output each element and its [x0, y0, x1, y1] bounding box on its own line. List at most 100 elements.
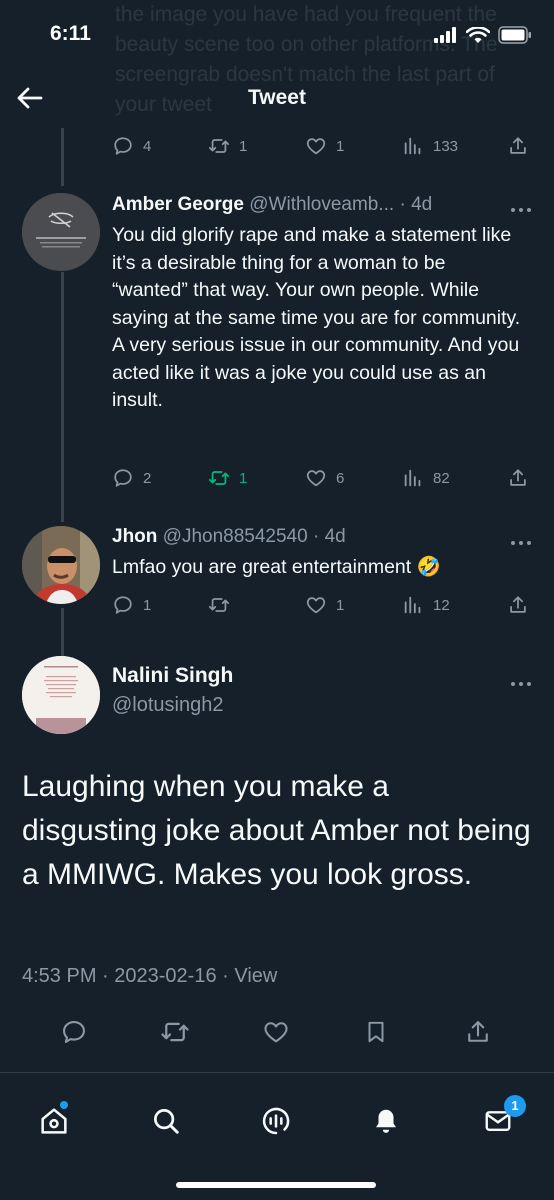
display-name[interactable]: Amber George: [112, 194, 244, 215]
like-count: 6: [336, 469, 345, 487]
spaces-icon: [262, 1107, 290, 1135]
retweet-button[interactable]: [208, 590, 239, 620]
more-options-icon[interactable]: [510, 674, 532, 686]
reply-count: 1: [143, 596, 152, 614]
heart-icon: [264, 1022, 288, 1043]
avatar[interactable]: [22, 526, 100, 604]
share-button[interactable]: [462, 1012, 494, 1052]
like-button[interactable]: 1: [305, 131, 344, 161]
tab-spaces[interactable]: [256, 1101, 296, 1141]
tweet-header: Nalini Singh: [112, 664, 233, 688]
messages-badge: 1: [504, 1095, 526, 1117]
main-tweet-actions: [0, 1012, 554, 1052]
reply-button[interactable]: 1: [112, 590, 151, 620]
main-tweet: Nalini Singh @lotusingh2: [0, 654, 554, 744]
views-icon: [404, 469, 421, 487]
retweet-button[interactable]: 1: [208, 463, 247, 493]
like-button[interactable]: 1: [305, 590, 344, 620]
display-name[interactable]: Nalini Singh: [112, 664, 233, 687]
retweet-icon: [208, 598, 230, 612]
reply-icon: [114, 137, 132, 155]
reply-count: 4: [143, 137, 152, 155]
share-button[interactable]: [507, 590, 529, 620]
views-icon: [404, 596, 421, 614]
reply-tweet[interactable]: Amber George @Withloveamb... · 4d You di…: [0, 186, 554, 506]
heart-icon: [306, 470, 326, 487]
retweet-icon: [208, 139, 230, 153]
reply-count: 2: [143, 469, 152, 487]
tweet-actions: 4 1 1 133: [112, 131, 532, 161]
user-handle[interactable]: @lotusingh2: [112, 694, 223, 716]
battery-icon: [498, 26, 531, 44]
retweet-button[interactable]: 1: [208, 131, 247, 161]
heart-icon: [306, 597, 326, 614]
views-count: 133: [433, 137, 459, 155]
home-icon: [41, 1108, 67, 1134]
retweet-count: 1: [239, 137, 248, 155]
home-dot-badge: [60, 1101, 68, 1109]
reply-icon: [63, 1021, 85, 1043]
reply-button[interactable]: 2: [112, 463, 151, 493]
reply-icon: [114, 469, 132, 487]
retweet-button[interactable]: [159, 1012, 191, 1052]
bell-icon: [376, 1109, 396, 1133]
views-button[interactable]: 133: [402, 131, 458, 161]
main-tweet-text: Laughing when you make a disgusting joke…: [22, 770, 531, 891]
views-count: 12: [433, 596, 450, 614]
heart-icon: [306, 138, 326, 155]
signal-icon: [434, 27, 456, 43]
views-button[interactable]: 12: [402, 590, 450, 620]
avatar[interactable]: [22, 656, 100, 734]
share-icon: [468, 1021, 488, 1042]
tweet-text: You did glorify rape and make a statemen…: [112, 224, 521, 411]
share-button[interactable]: [507, 131, 529, 161]
share-icon: [510, 596, 526, 613]
retweet-icon: [161, 1022, 189, 1042]
like-count: 1: [336, 596, 345, 614]
more-options-icon[interactable]: [510, 200, 532, 212]
home-indicator: [176, 1182, 376, 1188]
header: Tweet: [0, 70, 554, 128]
tab-search[interactable]: [146, 1101, 186, 1141]
like-count: 1: [336, 137, 345, 155]
tweet-text: Lmfao you are great entertainment 🤣: [112, 556, 441, 578]
like-button[interactable]: [260, 1012, 292, 1052]
retweet-icon: [208, 471, 230, 485]
tweet-meta[interactable]: 4:53 PM · 2023-02-16 · View: [22, 965, 277, 988]
more-options-icon[interactable]: [510, 533, 532, 545]
thread-line: [61, 128, 64, 186]
tweet-actions: 1 1 12: [112, 590, 532, 620]
display-name[interactable]: Jhon: [112, 526, 157, 547]
page-title: Tweet: [248, 86, 306, 109]
status-icons: [434, 26, 532, 44]
views-count: 82: [433, 469, 450, 487]
bottom-tab-bar: 1: [0, 1072, 554, 1200]
share-button[interactable]: [507, 463, 529, 493]
share-icon: [510, 469, 526, 486]
status-time: 6:11: [50, 22, 91, 45]
bookmark-button[interactable]: [360, 1012, 392, 1052]
tweet-actions: 2 1 6 82: [112, 463, 532, 493]
bookmark-icon: [368, 1021, 384, 1043]
reply-tweet[interactable]: Jhon @Jhon88542540 · 4d Lmfao you are gr…: [0, 520, 554, 620]
share-icon: [510, 137, 526, 154]
book-cover-avatar: [22, 656, 100, 734]
tweet-time: · 4d: [399, 194, 433, 215]
reply-button[interactable]: 4: [112, 131, 151, 161]
sensitive-content-avatar: [22, 193, 100, 271]
avatar[interactable]: [22, 193, 100, 271]
wifi-icon: [466, 26, 490, 43]
user-handle[interactable]: @Jhon88542540: [163, 526, 308, 547]
tweet-header: Jhon @Jhon88542540 · 4d: [112, 526, 346, 548]
user-handle[interactable]: @Withloveamb...: [249, 194, 394, 215]
tab-home[interactable]: [34, 1101, 74, 1141]
like-button[interactable]: 6: [305, 463, 344, 493]
tweet-time: · 4d: [312, 526, 346, 547]
tweet-handle-row: @lotusingh2: [112, 694, 223, 717]
tab-notifications[interactable]: [366, 1101, 406, 1141]
views-icon: [404, 137, 421, 155]
views-button[interactable]: 82: [402, 463, 450, 493]
reply-icon: [114, 596, 132, 614]
retweet-count: 1: [239, 469, 248, 487]
reply-button[interactable]: [58, 1012, 90, 1052]
